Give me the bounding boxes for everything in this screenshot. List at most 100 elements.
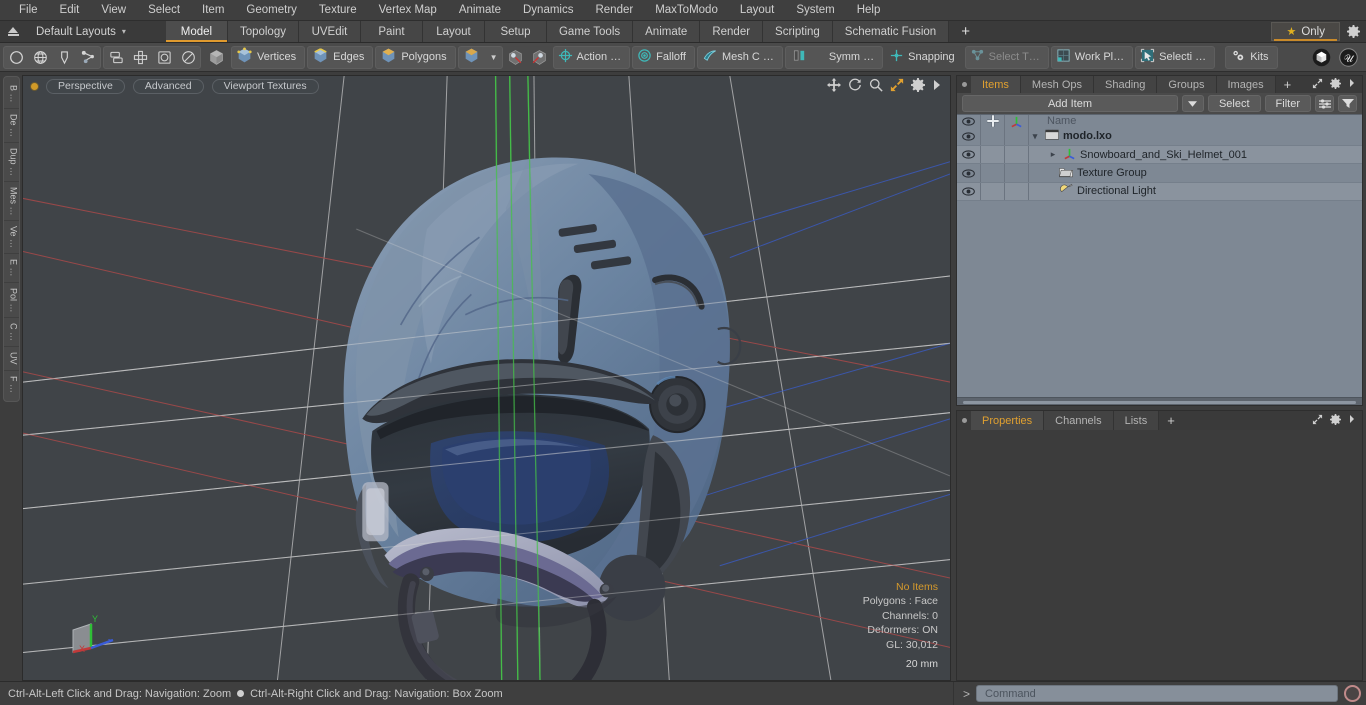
menu-vertex-map[interactable]: Vertex Map	[368, 0, 448, 21]
layout-selector[interactable]: Default Layouts ▾	[26, 21, 136, 42]
circle-icon[interactable]	[4, 46, 28, 69]
add-item-dropdown[interactable]	[1182, 95, 1204, 112]
vtab-fusion[interactable]: F …	[4, 371, 19, 398]
column-add-icon[interactable]	[981, 115, 1005, 128]
modo-cube-icon[interactable]	[1309, 46, 1333, 69]
chevron-right-icon[interactable]	[932, 79, 942, 91]
tab-items[interactable]: Items	[971, 76, 1021, 93]
viewport-projection-chip[interactable]: Perspective	[46, 79, 125, 94]
menu-file[interactable]: File	[8, 0, 49, 21]
ellipse-icon[interactable]	[176, 46, 200, 69]
vtab-duplicate[interactable]: Dup …	[4, 143, 19, 182]
tab-setup[interactable]: Setup	[485, 21, 547, 42]
tab-lists[interactable]: Lists	[1114, 411, 1160, 430]
unreal-engine-icon[interactable]: 𝒰	[1336, 46, 1360, 69]
menu-view[interactable]: View	[90, 0, 137, 21]
tab-layout[interactable]: Layout	[423, 21, 485, 42]
tab-mesh-ops[interactable]: Mesh Ops	[1021, 76, 1094, 93]
command-history-icon[interactable]	[1344, 685, 1361, 702]
table-row[interactable]: ▾ modo.lxo	[957, 128, 1362, 146]
snapping-button[interactable]: Snapping	[885, 46, 963, 69]
table-row[interactable]: Directional Light	[957, 183, 1362, 201]
vtab-basic[interactable]: B …	[4, 80, 19, 109]
tab-uvedit[interactable]: UVEdit	[299, 21, 361, 42]
menu-maxtomodo[interactable]: MaxToModo	[644, 0, 729, 21]
snap-mode-a-icon[interactable]	[505, 46, 527, 69]
component-mode-dropdown[interactable]: ▼	[458, 46, 503, 69]
row-visibility-toggle[interactable]	[957, 164, 981, 181]
menu-dynamics[interactable]: Dynamics	[512, 0, 584, 21]
vtab-curve[interactable]: C …	[4, 318, 19, 347]
kits-button[interactable]: Kits	[1225, 46, 1277, 69]
menu-help[interactable]: Help	[846, 0, 892, 21]
table-row[interactable]: Texture Group	[957, 164, 1362, 182]
command-input[interactable]: Command	[976, 685, 1338, 702]
menu-layout[interactable]: Layout	[729, 0, 786, 21]
panel-gear-icon[interactable]	[1330, 78, 1341, 92]
items-horizontal-scrollbar[interactable]	[957, 397, 1362, 405]
fit-icon[interactable]	[890, 78, 904, 92]
square-circle-icon[interactable]	[152, 46, 176, 69]
menu-animate[interactable]: Animate	[448, 0, 512, 21]
panel-chevron-right-icon[interactable]	[1348, 414, 1356, 427]
rotate-icon[interactable]	[848, 78, 862, 92]
action-center-button[interactable]: Action …	[553, 46, 631, 69]
menu-system[interactable]: System	[785, 0, 845, 21]
snap-mode-b-icon[interactable]	[529, 46, 551, 69]
panel-menu-dot[interactable]	[957, 76, 971, 93]
home-layout-icon[interactable]	[0, 21, 26, 42]
panel-gear-icon[interactable]	[1330, 414, 1341, 428]
tab-render[interactable]: Render	[700, 21, 763, 42]
vtab-uv[interactable]: UV	[4, 347, 19, 371]
vtab-deform[interactable]: De …	[4, 109, 19, 143]
selection-sets-button[interactable]: Selecti …	[1135, 46, 1215, 69]
menu-texture[interactable]: Texture	[308, 0, 368, 21]
column-visibility-icon[interactable]	[957, 115, 981, 128]
tab-animate[interactable]: Animate	[633, 21, 700, 42]
perspective-viewport[interactable]: Perspective Advanced Viewport Textures	[22, 75, 951, 681]
edges-mode-button[interactable]: Edges	[307, 46, 373, 69]
mesh-constraint-button[interactable]: Mesh C …	[697, 46, 783, 69]
cube-solid-icon[interactable]	[203, 46, 229, 69]
tab-images[interactable]: Images	[1217, 76, 1276, 93]
add-tab-button[interactable]: +	[949, 21, 982, 42]
panel-menu-dot[interactable]	[957, 411, 971, 430]
viewport-shading-chip[interactable]: Advanced	[133, 79, 204, 94]
menu-geometry[interactable]: Geometry	[235, 0, 308, 21]
tab-scripting[interactable]: Scripting	[763, 21, 833, 42]
row-visibility-toggle[interactable]	[957, 183, 981, 200]
globe-icon[interactable]	[28, 46, 52, 69]
polygons-mode-button[interactable]: Polygons	[375, 46, 455, 69]
expander-icon[interactable]: ▸	[1047, 149, 1059, 160]
move-icon[interactable]	[827, 78, 841, 92]
add-properties-tab-button[interactable]: +	[1159, 411, 1183, 430]
mirror-icon[interactable]	[104, 46, 128, 69]
menu-edit[interactable]: Edit	[49, 0, 91, 21]
row-visibility-toggle[interactable]	[957, 146, 981, 163]
tab-schematic-fusion[interactable]: Schematic Fusion	[833, 21, 949, 42]
zoom-icon[interactable]	[869, 78, 883, 92]
tab-shading[interactable]: Shading	[1094, 76, 1157, 93]
tab-groups[interactable]: Groups	[1157, 76, 1216, 93]
filter-button[interactable]: Filter	[1265, 95, 1311, 112]
tab-model[interactable]: Model	[166, 21, 228, 42]
tab-topology[interactable]: Topology	[228, 21, 299, 42]
gear-icon[interactable]	[911, 78, 925, 92]
row-visibility-toggle[interactable]	[957, 128, 981, 145]
viewport-textures-chip[interactable]: Viewport Textures	[212, 79, 319, 94]
maximize-icon[interactable]	[1312, 414, 1323, 428]
list-options-icon[interactable]	[1315, 95, 1334, 112]
symmetry-button[interactable]: Symm …	[785, 46, 883, 69]
panel-chevron-right-icon[interactable]	[1348, 78, 1356, 91]
table-row[interactable]: ▸ Snowboard_and_Ski_Helmet_001	[957, 146, 1362, 164]
falloff-button[interactable]: Falloff	[632, 46, 695, 69]
work-plane-button[interactable]: Work Pl…	[1051, 46, 1133, 69]
vtab-polygon[interactable]: Pol …	[4, 283, 19, 319]
vtab-mesh-edit[interactable]: Mes …	[4, 182, 19, 222]
add-item-button[interactable]: Add Item	[962, 95, 1178, 112]
vtab-edge[interactable]: E …	[4, 254, 19, 283]
polyline-icon[interactable]	[76, 46, 100, 69]
maximize-icon[interactable]	[1312, 78, 1323, 92]
items-list[interactable]: ▾ modo.lxo	[957, 128, 1362, 397]
only-toggle-button[interactable]: ★ Only	[1271, 22, 1340, 41]
